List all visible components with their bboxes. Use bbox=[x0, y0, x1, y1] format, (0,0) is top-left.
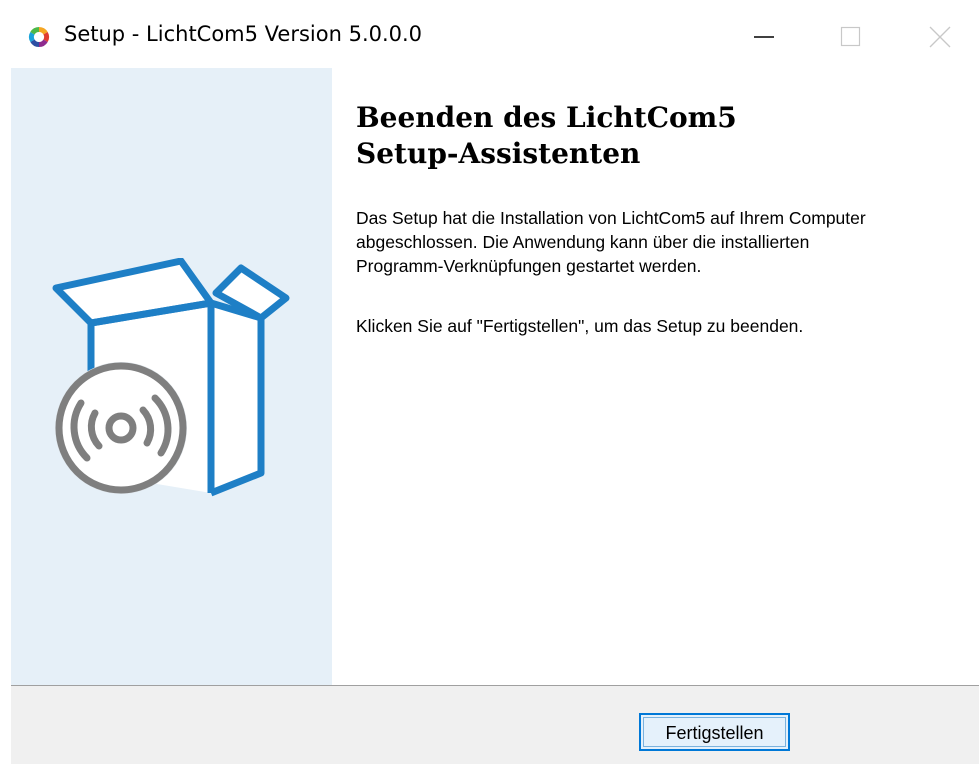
finish-button-label: Fertigstellen bbox=[643, 717, 786, 747]
maximize-button[interactable] bbox=[806, 0, 900, 68]
title-bar[interactable]: Setup - LichtCom5 Version 5.0.0.0 bbox=[0, 0, 979, 68]
maximize-icon bbox=[840, 26, 861, 47]
finish-instruction: Klicken Sie auf "Fertigstellen", um das … bbox=[356, 316, 804, 336]
wizard-content: Beenden des LichtCom5 Setup-Assistenten … bbox=[356, 100, 956, 336]
close-icon bbox=[929, 26, 951, 48]
lichtcom-ring-icon bbox=[27, 25, 51, 49]
page-title: Beenden des LichtCom5 Setup-Assistenten bbox=[356, 101, 737, 170]
wizard-sidebar bbox=[11, 68, 332, 685]
software-box-with-disc-icon bbox=[52, 258, 290, 497]
minimize-button[interactable] bbox=[720, 0, 814, 68]
minimize-icon bbox=[754, 36, 774, 38]
setup-window: Setup - LichtCom5 Version 5.0.0.0 Beende… bbox=[0, 0, 979, 764]
finish-button[interactable]: Fertigstellen bbox=[639, 713, 790, 751]
completion-message: Das Setup hat die Installation von Licht… bbox=[356, 208, 866, 276]
window-title: Setup - LichtCom5 Version 5.0.0.0 bbox=[64, 22, 423, 46]
close-button[interactable] bbox=[890, 0, 979, 68]
wizard-footer: Fertigstellen bbox=[11, 686, 979, 764]
window-border bbox=[0, 68, 11, 764]
